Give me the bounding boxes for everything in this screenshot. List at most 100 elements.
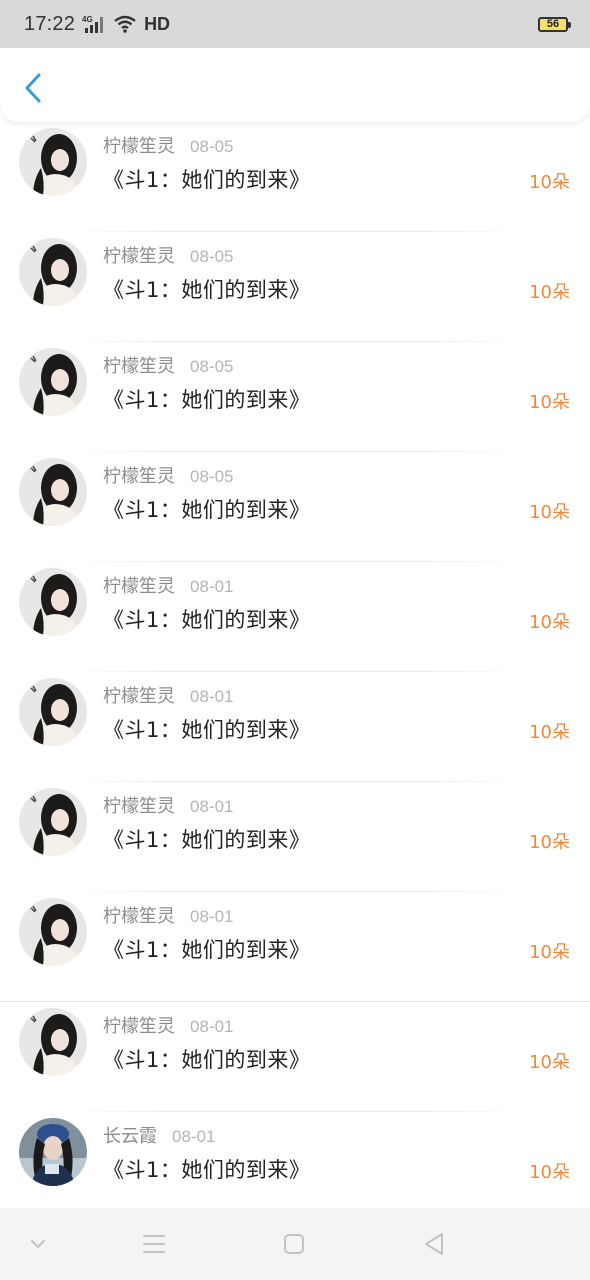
wifi-icon bbox=[113, 14, 137, 34]
name-line: 柠檬笙灵 08-05 bbox=[103, 132, 233, 158]
list-item[interactable]: 柠檬笙灵 08-05 《斗1：她们的到来》 10朵 bbox=[0, 452, 590, 562]
book-title: 《斗1：她们的到来》 bbox=[103, 278, 311, 302]
user-avatar[interactable] bbox=[19, 1008, 87, 1076]
flower-amount: 10朵 bbox=[529, 942, 570, 963]
user-avatar[interactable] bbox=[19, 788, 87, 856]
user-name: 柠檬笙灵 bbox=[103, 796, 175, 817]
hd-label: HD bbox=[144, 13, 171, 34]
user-avatar[interactable] bbox=[19, 678, 87, 746]
list-item[interactable]: 柠檬笙灵 08-05 《斗1：她们的到来》 10朵 bbox=[0, 232, 590, 342]
winter-avatar-icon bbox=[19, 1118, 87, 1186]
flower-amount: 10朵 bbox=[529, 832, 570, 853]
back-nav-button[interactable] bbox=[416, 1226, 452, 1262]
list-item[interactable]: 长云霞 08-01 《斗1：她们的到来》 10朵 bbox=[0, 1112, 590, 1208]
signal-icon: 4G bbox=[82, 14, 106, 34]
book-title: 《斗1：她们的到来》 bbox=[103, 938, 311, 962]
name-line: 柠檬笙灵 08-05 bbox=[103, 462, 233, 488]
list-item[interactable]: 柠檬笙灵 08-01 《斗1：她们的到来》 10朵 bbox=[0, 672, 590, 782]
record-date: 08-01 bbox=[172, 1127, 216, 1146]
user-name: 柠檬笙灵 bbox=[103, 356, 175, 377]
flower-amount: 10朵 bbox=[529, 502, 570, 523]
user-avatar[interactable] bbox=[19, 348, 87, 416]
girl-avatar-icon bbox=[19, 678, 87, 746]
user-avatar[interactable] bbox=[19, 458, 87, 526]
flower-amount: 10朵 bbox=[529, 282, 570, 303]
girl-avatar-icon bbox=[19, 1008, 87, 1076]
list-item[interactable]: 柠檬笙灵 08-05 《斗1：她们的到来》 10朵 bbox=[0, 342, 590, 452]
record-date: 08-01 bbox=[190, 907, 234, 926]
list-item[interactable]: 柠檬笙灵 08-01 《斗1：她们的到来》 10朵 bbox=[0, 1002, 590, 1112]
user-avatar[interactable] bbox=[19, 898, 87, 966]
header-bar bbox=[0, 48, 590, 122]
flower-amount: 10朵 bbox=[529, 612, 570, 633]
user-name: 柠檬笙灵 bbox=[103, 136, 175, 157]
user-avatar[interactable] bbox=[19, 1118, 87, 1186]
name-line: 柠檬笙灵 08-01 bbox=[103, 572, 233, 598]
network-label: 4G bbox=[82, 15, 93, 24]
girl-avatar-icon bbox=[19, 898, 87, 966]
list-item[interactable]: 柠檬笙灵 08-01 《斗1：她们的到来》 10朵 bbox=[0, 562, 590, 672]
girl-avatar-icon bbox=[19, 458, 87, 526]
chevron-left-icon bbox=[25, 73, 41, 103]
girl-avatar-icon bbox=[19, 348, 87, 416]
user-name: 柠檬笙灵 bbox=[103, 466, 175, 487]
name-line: 长云霞 08-01 bbox=[103, 1122, 215, 1148]
user-name: 柠檬笙灵 bbox=[103, 576, 175, 597]
record-date: 08-05 bbox=[190, 137, 234, 156]
girl-avatar-icon bbox=[19, 128, 87, 196]
book-title: 《斗1：她们的到来》 bbox=[103, 1158, 311, 1182]
home-square-icon bbox=[284, 1234, 304, 1254]
home-button[interactable] bbox=[276, 1226, 312, 1262]
user-avatar[interactable] bbox=[19, 568, 87, 636]
girl-avatar-icon bbox=[19, 238, 87, 306]
menu-icon bbox=[143, 1235, 165, 1253]
book-title: 《斗1：她们的到来》 bbox=[103, 1048, 311, 1072]
list-item[interactable]: 柠檬笙灵 08-01 《斗1：她们的到来》 10朵 bbox=[0, 782, 590, 892]
book-title: 《斗1：她们的到来》 bbox=[103, 608, 311, 632]
record-date: 08-01 bbox=[190, 687, 234, 706]
record-list: 柠檬笙灵 08-05 《斗1：她们的到来》 10朵 柠檬笙灵 08-05 《斗1… bbox=[0, 122, 590, 1208]
menu-button[interactable] bbox=[136, 1226, 172, 1262]
book-title: 《斗1：她们的到来》 bbox=[103, 388, 311, 412]
back-triangle-icon bbox=[425, 1233, 443, 1255]
book-title: 《斗1：她们的到来》 bbox=[103, 498, 311, 522]
system-nav-bar bbox=[0, 1208, 590, 1280]
user-avatar[interactable] bbox=[19, 238, 87, 306]
name-line: 柠檬笙灵 08-01 bbox=[103, 902, 233, 928]
record-date: 08-05 bbox=[190, 467, 234, 486]
list-item[interactable]: 柠檬笙灵 08-01 《斗1：她们的到来》 10朵 bbox=[0, 892, 590, 1002]
chevron-down-icon bbox=[31, 1240, 45, 1249]
record-date: 08-05 bbox=[190, 357, 234, 376]
user-name: 柠檬笙灵 bbox=[103, 686, 175, 707]
collapse-button[interactable] bbox=[20, 1226, 56, 1262]
book-title: 《斗1：她们的到来》 bbox=[103, 828, 311, 852]
name-line: 柠檬笙灵 08-05 bbox=[103, 352, 233, 378]
name-line: 柠檬笙灵 08-05 bbox=[103, 242, 233, 268]
list-item[interactable]: 柠檬笙灵 08-05 《斗1：她们的到来》 10朵 bbox=[0, 122, 590, 232]
book-title: 《斗1：她们的到来》 bbox=[103, 718, 311, 742]
flower-amount: 10朵 bbox=[529, 1052, 570, 1073]
flower-amount: 10朵 bbox=[529, 1162, 570, 1183]
flower-amount: 10朵 bbox=[529, 392, 570, 413]
back-button[interactable] bbox=[16, 68, 50, 108]
user-avatar[interactable] bbox=[19, 128, 87, 196]
user-name: 柠檬笙灵 bbox=[103, 1016, 175, 1037]
book-title: 《斗1：她们的到来》 bbox=[103, 168, 311, 192]
user-name: 柠檬笙灵 bbox=[103, 246, 175, 267]
record-date: 08-05 bbox=[190, 247, 234, 266]
status-time: 17:22 bbox=[24, 12, 76, 35]
girl-avatar-icon bbox=[19, 568, 87, 636]
name-line: 柠檬笙灵 08-01 bbox=[103, 1012, 233, 1038]
name-line: 柠檬笙灵 08-01 bbox=[103, 792, 233, 818]
battery-icon: 56 bbox=[538, 16, 571, 32]
user-name: 长云霞 bbox=[103, 1126, 157, 1147]
flower-amount: 10朵 bbox=[529, 172, 570, 193]
record-date: 08-01 bbox=[190, 1017, 234, 1036]
user-name: 柠檬笙灵 bbox=[103, 906, 175, 927]
girl-avatar-icon bbox=[19, 788, 87, 856]
status-left: 17:22 4G HD bbox=[24, 13, 170, 36]
record-date: 08-01 bbox=[190, 577, 234, 596]
battery-level: 56 bbox=[546, 17, 560, 30]
name-line: 柠檬笙灵 08-01 bbox=[103, 682, 233, 708]
flower-amount: 10朵 bbox=[529, 722, 570, 743]
